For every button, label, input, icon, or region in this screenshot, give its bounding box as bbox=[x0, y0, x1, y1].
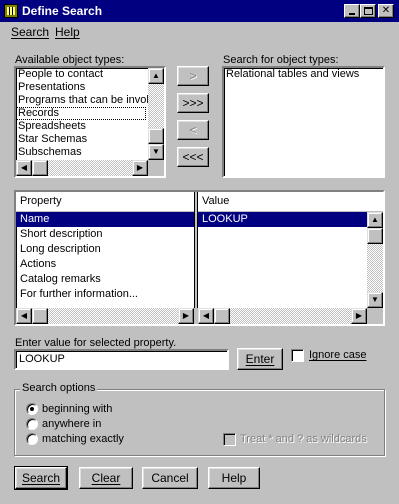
minimize-icon bbox=[349, 13, 355, 15]
search-types-label: Search for object types: bbox=[223, 54, 339, 66]
list-item[interactable]: Relational tables and views bbox=[224, 68, 379, 81]
list-item[interactable]: Subschemas bbox=[16, 146, 146, 159]
add-all-button[interactable]: >>> bbox=[177, 93, 209, 113]
value-cell[interactable] bbox=[198, 227, 367, 242]
value-cell[interactable]: LOOKUP bbox=[198, 212, 367, 227]
property-grid[interactable]: Property Value Name Short description Long… bbox=[14, 190, 385, 326]
list-item[interactable]: Presentations bbox=[16, 81, 146, 94]
scroll-down-icon[interactable]: ▼ bbox=[367, 292, 383, 308]
scroll-down-icon[interactable]: ▼ bbox=[148, 144, 164, 160]
value-cell[interactable] bbox=[198, 287, 367, 302]
scroll-up-icon[interactable]: ▲ bbox=[148, 68, 164, 84]
search-types-list[interactable]: Relational tables and views bbox=[222, 66, 385, 178]
scroll-left-icon[interactable]: ◀ bbox=[198, 308, 214, 324]
menu-search[interactable]: Search bbox=[11, 25, 49, 39]
value-hscrollbar[interactable]: ◀ ▶ bbox=[198, 308, 367, 324]
radio-anywhere-in-label[interactable]: anywhere in bbox=[42, 418, 101, 430]
property-cell[interactable]: Actions bbox=[16, 257, 194, 272]
value-input[interactable]: LOOKUP bbox=[14, 349, 229, 370]
enter-button-label: Enter bbox=[245, 352, 275, 366]
available-types-label: Available object types: bbox=[15, 54, 125, 66]
available-hscrollbar[interactable]: ◀ ▶ bbox=[16, 160, 148, 176]
scroll-up-icon[interactable]: ▲ bbox=[367, 212, 383, 228]
app-icon[interactable] bbox=[4, 4, 18, 18]
remove-all-button[interactable]: <<< bbox=[177, 147, 209, 167]
remove-button[interactable]: < bbox=[177, 120, 209, 140]
menu-help[interactable]: Help bbox=[55, 25, 80, 39]
maximize-icon bbox=[363, 7, 373, 15]
value-cell[interactable] bbox=[198, 242, 367, 257]
scroll-thumb[interactable] bbox=[148, 128, 164, 144]
scroll-right-icon[interactable]: ▶ bbox=[351, 308, 367, 324]
property-hscrollbar[interactable]: ◀ ▶ bbox=[16, 308, 194, 324]
available-types-list[interactable]: People to contact Presentations Programs t… bbox=[14, 66, 166, 178]
maximize-button[interactable] bbox=[360, 4, 376, 18]
property-cell[interactable]: For further information... bbox=[16, 287, 194, 302]
menu-help-label: Help bbox=[55, 25, 80, 39]
menu-bar: Search Help bbox=[0, 22, 399, 42]
clear-button-label: Clear bbox=[91, 471, 121, 485]
scroll-right-icon[interactable]: ▶ bbox=[132, 160, 148, 176]
radio-beginning-with[interactable] bbox=[26, 403, 38, 415]
radio-beginning-with-label[interactable]: beginning with bbox=[42, 403, 112, 415]
cancel-button[interactable]: Cancel bbox=[142, 467, 198, 489]
scroll-thumb[interactable] bbox=[32, 308, 48, 324]
property-cell[interactable]: Short description bbox=[16, 227, 194, 242]
value-entry-label: Enter value for selected property. bbox=[15, 337, 177, 349]
value-column-header[interactable]: Value bbox=[198, 192, 383, 212]
list-item[interactable]: People to contact bbox=[16, 68, 146, 81]
list-item[interactable]: Records bbox=[16, 107, 146, 120]
window-title: Define Search bbox=[22, 4, 103, 18]
menu-search-label: Search bbox=[11, 25, 50, 39]
search-button-label: Search bbox=[21, 471, 61, 485]
property-cell[interactable]: Long description bbox=[16, 242, 194, 257]
scroll-corner bbox=[148, 160, 164, 176]
scroll-left-icon[interactable]: ◀ bbox=[16, 308, 32, 324]
ignore-case-checkbox[interactable] bbox=[291, 349, 304, 362]
close-icon: ✕ bbox=[381, 5, 391, 16]
wildcards-label[interactable]: Treat * and ? as wildcards bbox=[240, 433, 367, 445]
clear-button[interactable]: Clear bbox=[79, 467, 133, 489]
property-column-header[interactable]: Property bbox=[16, 192, 194, 212]
search-options-title: Search options bbox=[20, 382, 98, 394]
scroll-corner bbox=[367, 308, 383, 324]
list-item[interactable]: Spreadsheets bbox=[16, 120, 146, 133]
add-button[interactable]: > bbox=[177, 66, 209, 86]
minimize-button[interactable] bbox=[344, 4, 360, 18]
radio-matching-exactly[interactable] bbox=[26, 433, 38, 445]
value-cell[interactable] bbox=[198, 257, 367, 272]
help-button[interactable]: Help bbox=[208, 467, 260, 489]
title-bar[interactable]: Define Search ✕ bbox=[0, 0, 399, 22]
search-button[interactable]: Search bbox=[14, 466, 68, 490]
enter-button[interactable]: Enter bbox=[237, 348, 283, 370]
radio-matching-exactly-label[interactable]: matching exactly bbox=[42, 433, 124, 445]
property-cell[interactable]: Catalog remarks bbox=[16, 272, 194, 287]
wildcards-checkbox[interactable] bbox=[223, 433, 236, 446]
ignore-case-text: Ignore case bbox=[309, 349, 367, 361]
radio-anywhere-in[interactable] bbox=[26, 418, 38, 430]
available-vscrollbar[interactable]: ▲ ▼ bbox=[148, 68, 164, 160]
scroll-thumb[interactable] bbox=[32, 160, 48, 176]
value-vscrollbar[interactable]: ▲ ▼ bbox=[367, 212, 383, 308]
property-cell[interactable]: Name bbox=[16, 212, 194, 227]
close-button[interactable]: ✕ bbox=[378, 4, 394, 18]
scroll-left-icon[interactable]: ◀ bbox=[16, 160, 32, 176]
ignore-case-label[interactable]: Ignore case bbox=[309, 349, 366, 361]
list-item[interactable]: Programs that can be invok bbox=[16, 94, 152, 107]
value-cell[interactable] bbox=[198, 272, 367, 287]
scroll-thumb[interactable] bbox=[367, 228, 383, 244]
scroll-right-icon[interactable]: ▶ bbox=[178, 308, 194, 324]
list-item[interactable]: Star Schemas bbox=[16, 133, 146, 146]
scroll-thumb[interactable] bbox=[214, 308, 230, 324]
